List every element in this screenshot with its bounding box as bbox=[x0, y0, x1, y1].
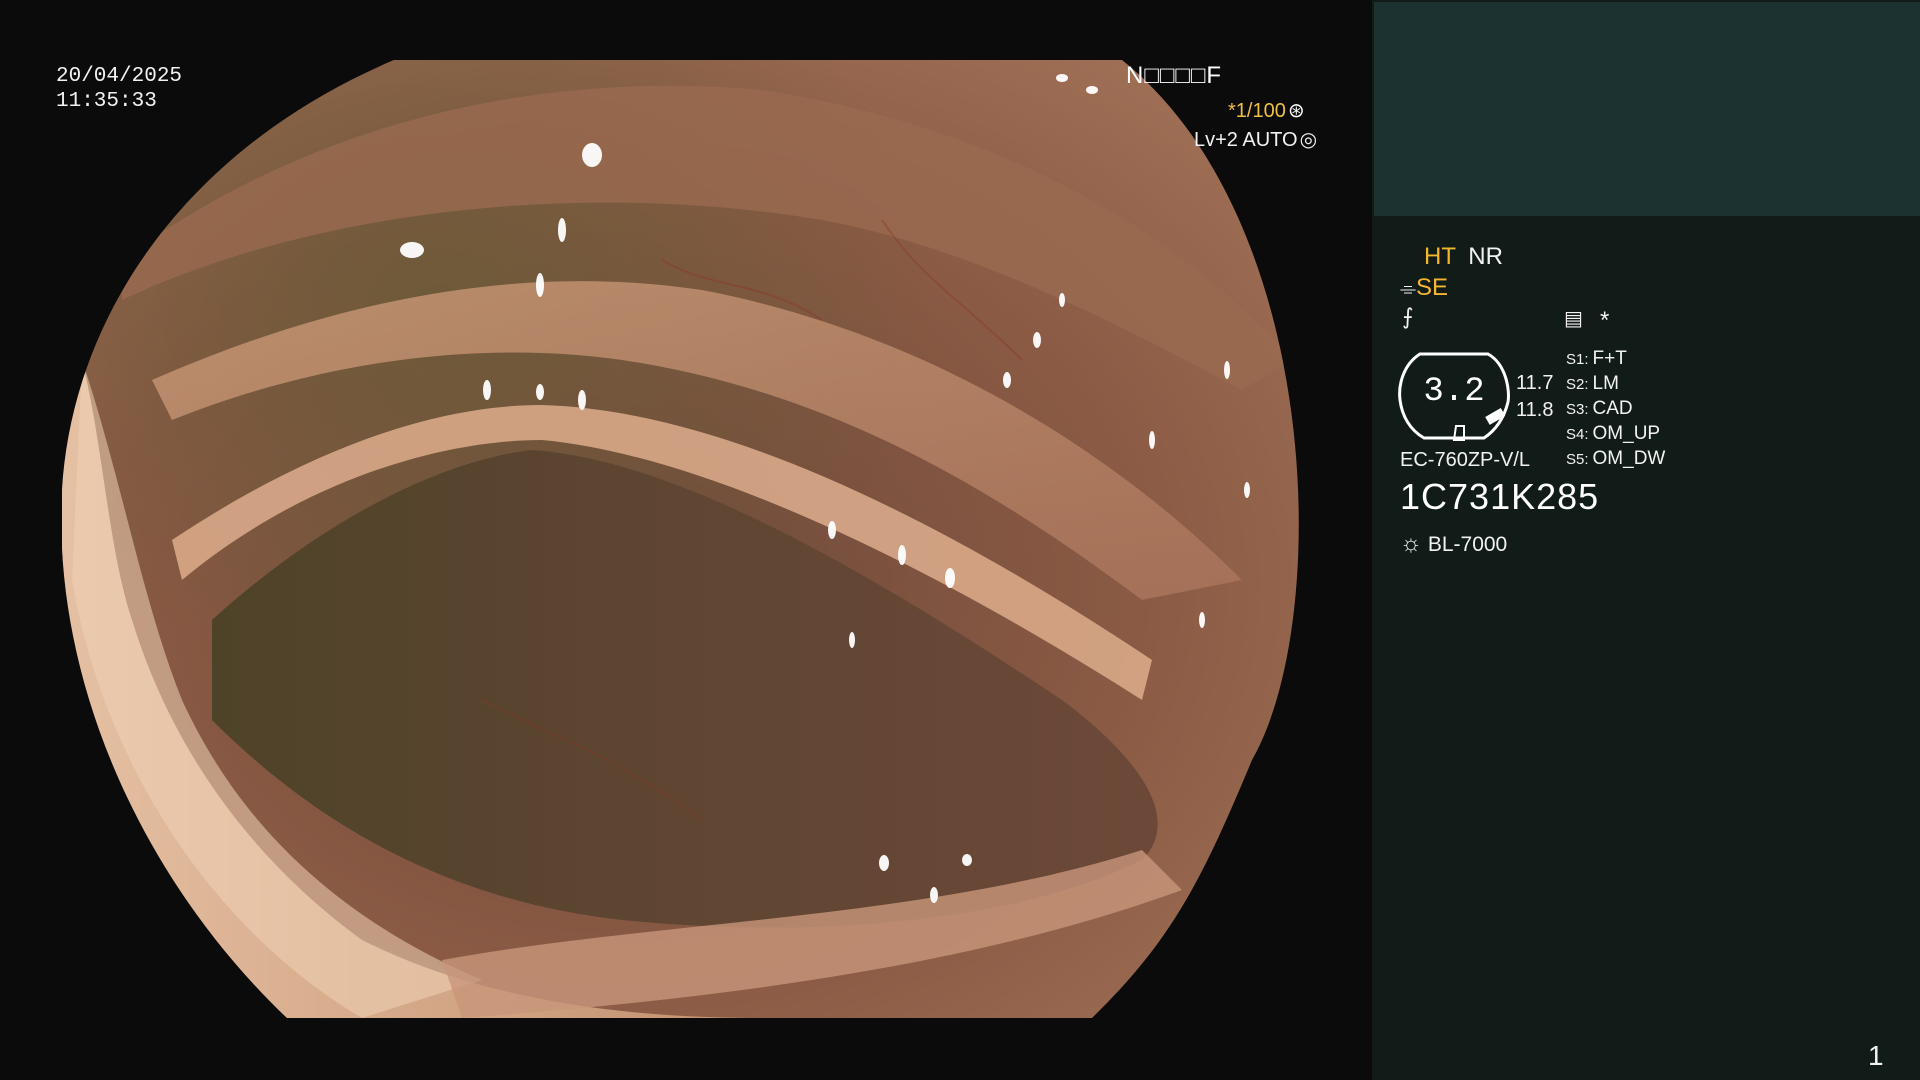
enhance-icon: ⌯ bbox=[1400, 278, 1416, 300]
brightness-level: Lv+2 AUTO ◎ bbox=[1194, 127, 1317, 152]
page-number: 1 bbox=[1868, 1040, 1884, 1071]
endoscope-image bbox=[62, 60, 1312, 1018]
gauge-right-1: 11.7 bbox=[1516, 372, 1554, 394]
time-text: 11:35:33 bbox=[56, 90, 157, 113]
timestamp: 20/04/2025 11:35:33 bbox=[56, 64, 182, 114]
endoscope-video-area: 20/04/2025 11:35:33 N□□□□F *1/100 ⊛ Lv+2… bbox=[0, 0, 1372, 1080]
endoscopy-screen: 20/04/2025 11:35:33 N□□□□F *1/100 ⊛ Lv+2… bbox=[0, 0, 1920, 1080]
iris-icon: ◎ bbox=[1299, 129, 1318, 151]
ht-label: HT bbox=[1424, 243, 1456, 270]
se-label: SE bbox=[1416, 274, 1449, 301]
scope-model: EC-760ZP-V/L bbox=[1400, 449, 1531, 471]
mode-code: N□□□□F bbox=[1126, 62, 1222, 89]
switch-s3: S3: CAD bbox=[1566, 398, 1633, 419]
gauge-right-2: 11.8 bbox=[1516, 399, 1554, 421]
info-panel-header-block bbox=[1374, 2, 1920, 216]
se-row: ⌯SE bbox=[1400, 274, 1448, 302]
switch-s4: S4: OM_UP bbox=[1566, 423, 1661, 444]
curve-icon: ⨍ bbox=[1402, 304, 1414, 329]
switch-s5: S5: OM_DW bbox=[1566, 448, 1666, 469]
sun-icon: ☼ bbox=[1400, 530, 1422, 557]
nr-label: NR bbox=[1468, 243, 1503, 270]
aperture-icon: ⊛ bbox=[1287, 100, 1305, 122]
switch-s1: S1: F+T bbox=[1566, 348, 1627, 369]
shutter-text: *1/100 bbox=[1228, 100, 1286, 122]
ht-nr-row: HT NR bbox=[1424, 243, 1503, 271]
asterisk-indicator: * bbox=[1600, 307, 1610, 334]
switch-s2: S2: LM bbox=[1566, 373, 1619, 394]
memo-icon: ▤ bbox=[1564, 308, 1583, 330]
scope-serial: 1C731K285 bbox=[1400, 476, 1600, 517]
light-source-text: BL-7000 bbox=[1427, 533, 1508, 556]
level-text: Lv+2 AUTO bbox=[1194, 129, 1298, 151]
shutter-speed: *1/100 ⊛ bbox=[1228, 98, 1305, 123]
gauge-value: 3.2 bbox=[1423, 373, 1485, 411]
date-text: 20/04/2025 bbox=[56, 65, 183, 88]
light-source: ☼ BL-7000 bbox=[1400, 530, 1507, 558]
colon-mucosa-image bbox=[62, 60, 1312, 1018]
